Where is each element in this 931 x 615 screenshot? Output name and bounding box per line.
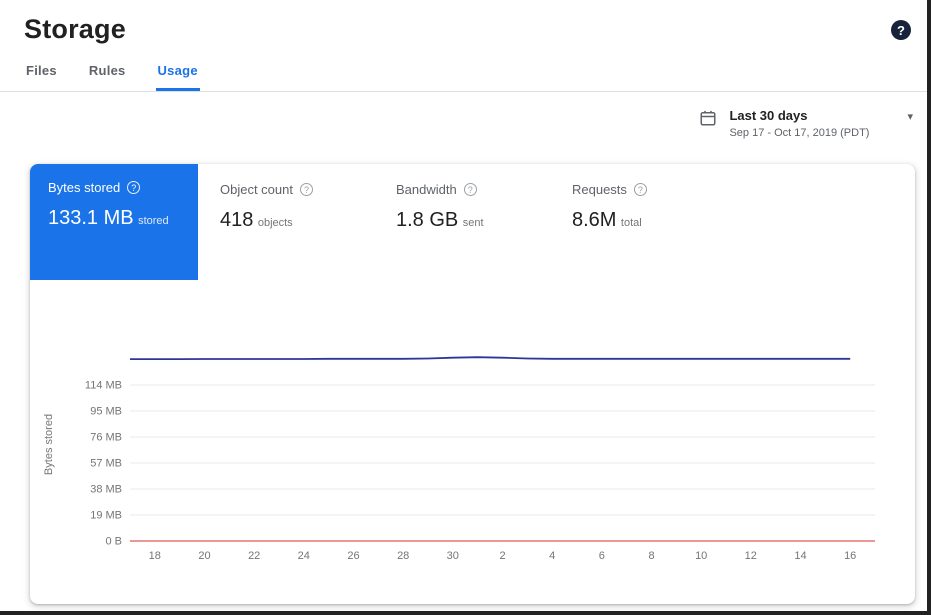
- svg-text:76 MB: 76 MB: [90, 432, 122, 444]
- metric-bytes-stored[interactable]: Bytes stored ? 133.1 MB stored: [30, 164, 198, 280]
- svg-text:20: 20: [198, 550, 210, 562]
- metric-value: 8.6M: [572, 209, 616, 231]
- svg-text:18: 18: [149, 550, 161, 562]
- metric-label: Object count: [220, 182, 293, 197]
- metric-label: Bytes stored: [48, 180, 120, 195]
- tab-bar: Files Rules Usage: [0, 51, 927, 92]
- toolbar: Last 30 days Sep 17 - Oct 17, 2019 (PDT)…: [0, 92, 927, 164]
- help-button[interactable]: ?: [891, 20, 911, 40]
- help-circle-icon: ?: [300, 183, 313, 196]
- metric-value: 1.8 GB: [396, 209, 458, 231]
- metric-unit: objects: [258, 217, 293, 229]
- svg-text:10: 10: [695, 550, 707, 562]
- svg-text:19 MB: 19 MB: [90, 510, 122, 522]
- metric-object-count[interactable]: Object count ? 418 objects: [198, 164, 374, 232]
- help-icon: ?: [897, 23, 905, 38]
- page-title: Storage: [24, 14, 126, 45]
- usage-chart-area: 114 MB95 MB76 MB57 MB38 MB19 MB0 B182022…: [30, 328, 915, 585]
- svg-text:38 MB: 38 MB: [90, 484, 122, 496]
- svg-text:12: 12: [745, 550, 757, 562]
- help-circle-icon: ?: [634, 183, 647, 196]
- svg-text:28: 28: [397, 550, 409, 562]
- svg-text:26: 26: [347, 550, 359, 562]
- metric-unit: stored: [138, 215, 169, 227]
- svg-text:114 MB: 114 MB: [85, 380, 122, 392]
- svg-text:16: 16: [844, 550, 856, 562]
- help-circle-icon: ?: [127, 181, 140, 194]
- metric-tiles: Bytes stored ? 133.1 MB stored Object co…: [30, 164, 915, 280]
- svg-text:Bytes stored: Bytes stored: [43, 414, 55, 475]
- calendar-icon: [699, 109, 717, 132]
- svg-text:4: 4: [549, 550, 555, 562]
- svg-text:6: 6: [599, 550, 605, 562]
- tab-files[interactable]: Files: [24, 51, 59, 91]
- metric-label: Requests: [572, 182, 627, 197]
- tab-usage[interactable]: Usage: [156, 51, 200, 91]
- date-range-sublabel: Sep 17 - Oct 17, 2019 (PDT): [729, 127, 869, 139]
- metric-requests[interactable]: Requests ? 8.6M total: [550, 164, 726, 232]
- metric-label: Bandwidth: [396, 182, 457, 197]
- bytes-stored-line-chart: 114 MB95 MB76 MB57 MB38 MB19 MB0 B182022…: [30, 328, 919, 580]
- metric-value: 418: [220, 209, 253, 231]
- storage-page: Storage ? Files Rules Usage Last 30 days…: [0, 0, 931, 615]
- svg-text:57 MB: 57 MB: [90, 458, 122, 470]
- tab-rules[interactable]: Rules: [87, 51, 128, 91]
- metric-unit: total: [621, 217, 642, 229]
- svg-text:0 B: 0 B: [105, 536, 122, 548]
- page-header: Storage ?: [0, 0, 927, 51]
- date-range-label: Last 30 days: [729, 108, 869, 123]
- metric-unit: sent: [463, 217, 484, 229]
- svg-text:14: 14: [794, 550, 806, 562]
- metric-value: 133.1 MB: [48, 207, 134, 229]
- chevron-down-icon: ▾: [881, 110, 913, 123]
- svg-text:95 MB: 95 MB: [90, 406, 122, 418]
- date-range-selector[interactable]: Last 30 days Sep 17 - Oct 17, 2019 (PDT)…: [699, 108, 913, 164]
- svg-text:24: 24: [298, 550, 310, 562]
- help-circle-icon: ?: [464, 183, 477, 196]
- svg-text:8: 8: [648, 550, 654, 562]
- svg-text:2: 2: [499, 550, 505, 562]
- metric-bandwidth[interactable]: Bandwidth ? 1.8 GB sent: [374, 164, 550, 232]
- date-range-text: Last 30 days Sep 17 - Oct 17, 2019 (PDT): [729, 108, 869, 139]
- svg-text:30: 30: [447, 550, 459, 562]
- svg-text:22: 22: [248, 550, 260, 562]
- usage-card: Bytes stored ? 133.1 MB stored Object co…: [30, 164, 915, 604]
